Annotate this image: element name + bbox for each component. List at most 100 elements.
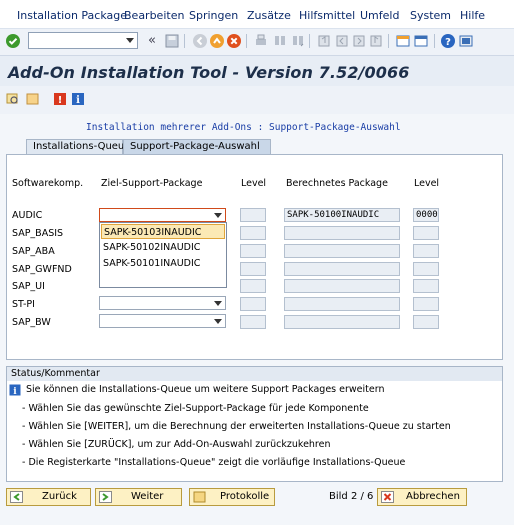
application-toolbar: ! i	[0, 86, 514, 115]
status-line: - Wählen Sie [WEITER], um die Berechnung…	[22, 421, 451, 432]
level-field	[240, 279, 266, 293]
chevron-down-icon[interactable]	[214, 213, 222, 218]
log-button[interactable]: Protokolle	[189, 488, 275, 506]
tab-support-package-auswahl[interactable]: Support-Package-Auswahl	[123, 139, 271, 154]
help-icon[interactable]: ?	[440, 33, 456, 49]
svg-text:?: ?	[445, 37, 451, 48]
calculated-package-field	[284, 262, 400, 276]
header-level: Level	[241, 178, 267, 189]
menu-hilfe[interactable]: Hilfe	[460, 9, 485, 22]
cancel-icon[interactable]	[226, 33, 242, 49]
tab-installations-queue[interactable]: Installations-Queue	[26, 139, 130, 154]
cancel-button[interactable]: Abbrechen	[377, 488, 467, 506]
calculated-level-field: 0000	[413, 208, 439, 222]
calculated-package-field	[284, 244, 400, 258]
status-line: - Die Registerkarte "Installations-Queue…	[22, 457, 406, 468]
next-page-icon[interactable]	[351, 33, 367, 49]
command-field[interactable]	[28, 32, 138, 49]
find-next-icon[interactable]	[290, 33, 306, 49]
header-softwarekomp: Softwarekomp.	[12, 178, 84, 189]
back-icon[interactable]	[192, 33, 208, 49]
component-name: SAP_GWFND	[12, 264, 72, 275]
calculated-level-field	[413, 226, 439, 240]
target-package-select-sap-bw[interactable]	[99, 314, 226, 328]
level-field	[240, 244, 266, 258]
header-berechnetes-package: Berechnetes Package	[286, 178, 388, 189]
calculated-package-field	[284, 279, 400, 293]
status-header: Status/Kommentar	[7, 367, 502, 381]
calculated-level-field	[413, 244, 439, 258]
target-package-select-audic[interactable]	[99, 208, 226, 222]
shortcut-icon[interactable]	[413, 33, 429, 49]
component-name: SAP_BASIS	[12, 228, 64, 239]
dropdown-option[interactable]: SAPK-50101INAUDIC	[101, 256, 227, 271]
tree-icon[interactable]	[26, 92, 40, 106]
calculated-package-field	[284, 297, 400, 311]
check-icon[interactable]	[5, 33, 21, 49]
display-icon[interactable]	[6, 92, 20, 106]
calculated-package-field	[284, 315, 400, 329]
title-bar: Add-On Installation Tool - Version 7.52/…	[0, 56, 514, 86]
back-button-label: Zurück	[42, 491, 77, 502]
new-session-icon[interactable]	[395, 33, 411, 49]
component-name: SAP_BW	[12, 317, 51, 328]
svg-text:!: !	[58, 95, 63, 106]
component-name: SAP_ABA	[12, 246, 55, 257]
menu-bearbeiten[interactable]: Bearbeiten	[124, 9, 184, 22]
level-field	[240, 297, 266, 311]
target-package-select-st-pi[interactable]	[99, 296, 226, 310]
status-line: - Wählen Sie [ZURÜCK], um zur Add-On-Aus…	[22, 439, 331, 450]
info-icon[interactable]: i	[71, 92, 85, 106]
menu-system[interactable]: System	[410, 9, 451, 22]
component-name: AUDIC	[12, 210, 43, 221]
level-field	[240, 208, 266, 222]
forward-arrow-icon	[99, 491, 112, 503]
header-ziel-support-package: Ziel-Support-Package	[101, 178, 203, 189]
next-button-label: Weiter	[131, 491, 164, 502]
next-button[interactable]: Weiter	[95, 488, 182, 506]
header-calc-level: Level	[414, 178, 440, 189]
page-indicator: Bild 2 / 6	[329, 491, 374, 502]
first-page-icon[interactable]	[316, 33, 332, 49]
target-package-dropdown-list: SAPK-50103INAUDIC SAPK-50102INAUDIC SAPK…	[99, 222, 227, 288]
back-chevrons-icon[interactable]: «	[148, 33, 156, 48]
menu-installation-package[interactable]: Installation Package	[17, 9, 127, 22]
dropdown-option[interactable]: SAPK-50103INAUDIC	[101, 224, 225, 239]
find-icon[interactable]	[272, 33, 288, 49]
menu-zusaetze[interactable]: Zusätze	[247, 9, 291, 22]
svg-text:i: i	[76, 95, 80, 106]
menu-hilfsmittel[interactable]: Hilfsmittel	[299, 9, 355, 22]
layout-icon[interactable]	[458, 33, 474, 49]
level-field	[240, 315, 266, 329]
chevron-down-icon[interactable]	[214, 319, 222, 324]
level-field	[240, 226, 266, 240]
exit-icon[interactable]	[209, 33, 225, 49]
back-arrow-icon	[10, 491, 23, 503]
page-title: Add-On Installation Tool - Version 7.52/…	[8, 63, 410, 82]
prev-page-icon[interactable]	[334, 33, 350, 49]
chevron-down-icon[interactable]	[126, 38, 134, 43]
svg-text:i: i	[13, 387, 17, 396]
menu-springen[interactable]: Springen	[189, 9, 238, 22]
component-name: SAP_UI	[12, 281, 45, 292]
chevron-down-icon[interactable]	[214, 301, 222, 306]
component-name: ST-PI	[12, 299, 35, 310]
back-button[interactable]: Zurück	[6, 488, 91, 506]
level-field	[240, 262, 266, 276]
menu-bar: Installation Package Bearbeiten Springen…	[0, 0, 514, 28]
save-icon[interactable]	[164, 33, 180, 49]
exclamation-icon[interactable]: !	[53, 92, 67, 106]
info-icon: i	[9, 384, 21, 396]
calculated-level-field	[413, 297, 439, 311]
menu-umfeld[interactable]: Umfeld	[360, 9, 399, 22]
calculated-level-field	[413, 315, 439, 329]
calculated-package-field: SAPK-50100INAUDIC	[284, 208, 400, 222]
status-info-text: Sie können die Installations-Queue um we…	[26, 384, 385, 395]
cancel-button-label: Abbrechen	[406, 491, 460, 502]
print-icon[interactable]	[253, 33, 269, 49]
last-page-icon[interactable]	[368, 33, 384, 49]
dropdown-option[interactable]: SAPK-50102INAUDIC	[101, 240, 227, 255]
cancel-x-icon	[381, 491, 394, 503]
calculated-level-field	[413, 262, 439, 276]
log-icon	[193, 491, 206, 503]
